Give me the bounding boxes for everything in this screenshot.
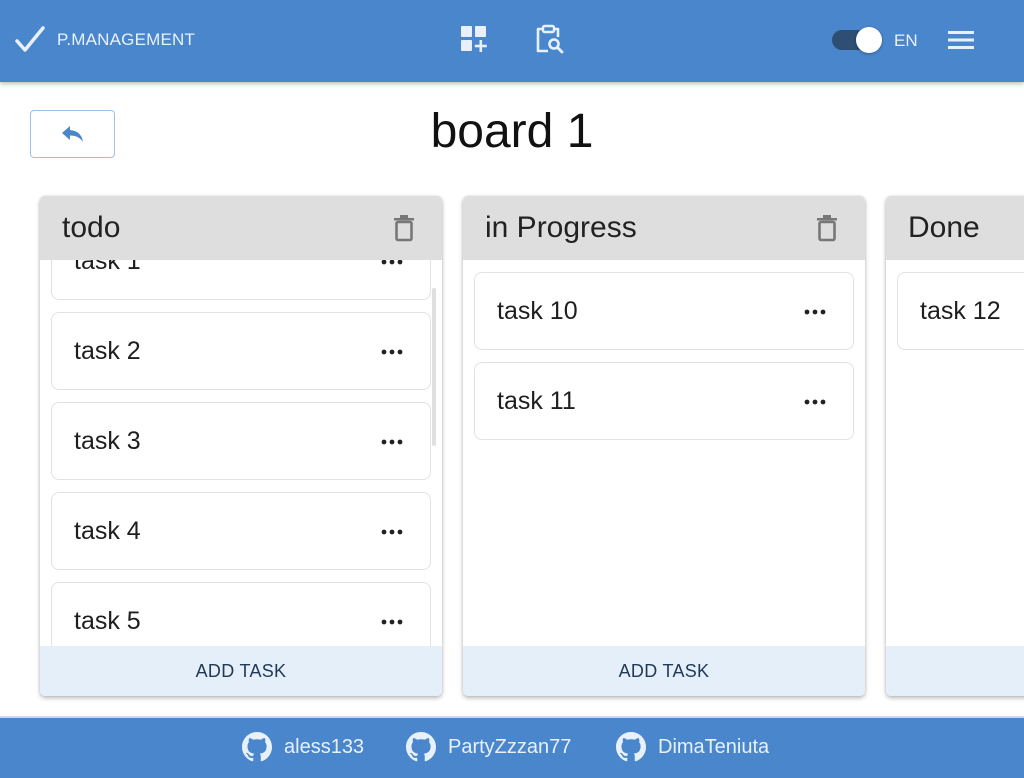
github-link-dimateniuta[interactable]: DimaTeniuta: [616, 732, 769, 762]
trash-icon[interactable]: [392, 214, 416, 242]
github-icon: [616, 732, 646, 762]
task-list: task 12: [886, 260, 1024, 646]
more-options-icon[interactable]: [380, 439, 404, 445]
more-options-icon[interactable]: [803, 309, 827, 315]
column-header: in Progress: [463, 196, 865, 260]
add-task-button[interactable]: [886, 646, 1024, 696]
task-name: task 10: [497, 297, 578, 325]
task-name: task 5: [74, 607, 141, 635]
check-logo-icon: [15, 26, 45, 52]
task-card[interactable]: task 4: [51, 492, 431, 570]
language-toggle[interactable]: [832, 27, 884, 53]
task-name: task 2: [74, 337, 141, 365]
github-username: DimaTeniuta: [658, 735, 770, 758]
task-card[interactable]: task 11: [474, 362, 854, 440]
task-name: task 4: [74, 517, 141, 545]
task-card[interactable]: task 10: [474, 272, 854, 350]
github-icon: [242, 732, 272, 762]
column-title[interactable]: todo: [62, 211, 120, 245]
task-card[interactable]: task 3: [51, 402, 431, 480]
column-done: Done task 12: [886, 196, 1024, 696]
column-todo: todo task 1 task 2 task 3 task 4 task 5: [40, 196, 442, 696]
column-header: Done: [886, 196, 1024, 260]
toggle-knob: [856, 27, 882, 53]
app-name: P.MANAGEMENT: [57, 30, 196, 49]
task-card[interactable]: task 12: [897, 272, 1024, 350]
task-name: task 12: [920, 297, 1001, 325]
column-title[interactable]: in Progress: [485, 211, 637, 245]
search-task-icon[interactable]: [534, 24, 564, 54]
scrollbar[interactable]: [432, 288, 436, 446]
trash-icon[interactable]: [815, 214, 839, 242]
task-list: task 1 task 2 task 3 task 4 task 5: [40, 260, 442, 646]
github-username: aless133: [284, 735, 365, 758]
app-header: P.MANAGEMENT EN: [0, 0, 1024, 82]
github-link-aless133[interactable]: aless133: [242, 732, 364, 762]
github-username: PartyZzzan77: [448, 735, 572, 758]
add-task-button[interactable]: ADD TASK: [463, 646, 865, 696]
menu-icon[interactable]: [946, 28, 976, 52]
task-card[interactable]: task 2: [51, 312, 431, 390]
logo[interactable]: P.MANAGEMENT: [14, 24, 195, 56]
add-task-button[interactable]: ADD TASK: [40, 646, 442, 696]
language-label: EN: [894, 31, 918, 50]
add-board-icon[interactable]: [459, 24, 489, 54]
column-title[interactable]: Done: [908, 211, 980, 245]
task-name: task 1: [74, 260, 141, 275]
more-options-icon[interactable]: [380, 349, 404, 355]
column-in-progress: in Progress task 10 task 11 ADD TASK: [463, 196, 865, 696]
github-link-partyzzzan77[interactable]: PartyZzzan77: [406, 732, 571, 762]
board-title: board 1: [430, 105, 594, 158]
column-header: todo: [40, 196, 442, 260]
task-name: task 11: [497, 387, 576, 415]
task-list: task 10 task 11: [463, 260, 865, 646]
task-card[interactable]: task 1: [51, 260, 431, 300]
more-options-icon[interactable]: [380, 619, 404, 625]
app-footer: aless133 PartyZzzan77 DimaTeniuta: [0, 716, 1024, 778]
github-icon: [406, 732, 436, 762]
task-name: task 3: [74, 427, 141, 455]
more-options-icon[interactable]: [380, 260, 404, 265]
task-card[interactable]: task 5: [51, 582, 431, 646]
more-options-icon[interactable]: [380, 529, 404, 535]
more-options-icon[interactable]: [803, 399, 827, 405]
